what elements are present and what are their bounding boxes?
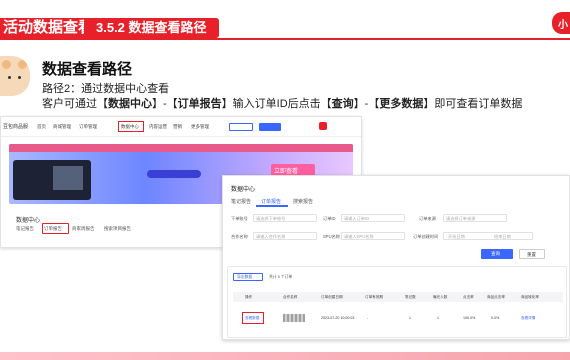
redacted-name (283, 314, 305, 322)
column-header: 商品转化率 (521, 295, 539, 299)
banner-strip (9, 144, 353, 152)
tab-note-report[interactable]: 笔记报告 (16, 226, 34, 232)
notification-icon[interactable] (319, 122, 327, 130)
account-select[interactable]: 请选择下单账号 (253, 214, 317, 222)
nav-item[interactable]: 更多管理 (191, 124, 209, 130)
data-center-heading: 数据中心 (16, 218, 41, 224)
filter-label: 订单创建时间 (413, 234, 439, 239)
table-cell: 1 (409, 316, 411, 320)
column-header: 操作 (245, 295, 253, 299)
spu-input[interactable]: 请输入SPU名称 (341, 232, 405, 240)
column-header: 曝光人数 (433, 295, 448, 299)
bottom-decoration (0, 352, 570, 360)
column-header: 笔记数 (405, 295, 416, 299)
platform-logo: 豆包商品服 (3, 124, 29, 130)
cooperation-input[interactable]: 请输入合作名称 (253, 232, 317, 240)
table-cell: - (367, 316, 369, 320)
header-rule (0, 38, 570, 40)
filter-label: 合作名称 (231, 234, 248, 239)
nav-item[interactable]: 订单管理 (79, 124, 97, 130)
banner-image-inset (53, 166, 83, 190)
banner-pill (147, 170, 201, 178)
highlight-box (42, 223, 69, 234)
table-cell: 1 (437, 316, 439, 320)
view-data-link[interactable]: 查看数据 (245, 316, 259, 321)
top-bar: 活动数据查看 3.5.2 数据查看路径 小 (0, 0, 570, 42)
filter-label: 下单账号 (231, 216, 248, 221)
filter-label: 订单ID (323, 216, 336, 221)
column-header: 点击率 (463, 295, 474, 299)
screenshot-order-report: 数据中心 笔记报告 订单报告 搜索报告 下单账号 请选择下单账号 订单ID 请输… (222, 175, 570, 340)
tab-search-report[interactable]: 搜索项目报告 (104, 226, 131, 232)
outline-button[interactable] (229, 123, 253, 131)
primary-button[interactable] (259, 123, 281, 131)
data-center-heading: 数据中心 (231, 187, 256, 193)
page-title: 数据查看路径 (42, 61, 133, 78)
reset-button[interactable]: 重置 (519, 249, 545, 259)
column-header: 订单创建日期 (321, 295, 343, 299)
nav-item[interactable]: 商城管理 (53, 124, 71, 130)
order-count: 共计 5 个订单 (269, 275, 293, 279)
detail-link[interactable]: 查看详情 (521, 316, 535, 321)
order-source-select[interactable]: 请选择订单来源 (443, 214, 507, 222)
table-cell: 0.0% (491, 316, 500, 320)
brand-logo: 小 (552, 12, 570, 34)
nav-item[interactable]: 营销 (173, 124, 182, 130)
section-subtitle: 3.5.2 数据查看路径 (84, 18, 219, 38)
column-header: 订单有效期 (365, 295, 383, 299)
highlight-box (118, 121, 144, 132)
nav-item[interactable]: 内容运营 (149, 124, 167, 130)
filter-label: SPU名称 (323, 234, 340, 239)
tab-order-report[interactable]: 订单报告 (261, 198, 281, 205)
column-header: 商品点击率 (487, 295, 505, 299)
nav-item[interactable]: 首页 (37, 124, 46, 130)
table-cell: 2023-07-20 10:00:03 (321, 316, 355, 320)
order-id-input[interactable]: 请输入订单ID (341, 214, 405, 222)
tab-underline (256, 205, 288, 207)
filter-label: 订单来源 (419, 216, 436, 221)
path-line: 路径2：通过数据中心查看 (42, 83, 170, 95)
tab-weekly-report[interactable]: 商家周报告 (72, 226, 95, 232)
table-cell: 100.0% (463, 316, 476, 320)
mascot-avatar-icon (0, 56, 30, 96)
platform-navbar: 豆包商品服 首页 商城管理 订单管理 数据中心 内容运营 营销 更多管理 (1, 117, 361, 137)
tab-note-report[interactable]: 笔记报告 (231, 198, 251, 205)
export-button[interactable]: 导出数据 (233, 273, 263, 281)
tab-search-report[interactable]: 搜索报告 (293, 198, 313, 205)
date-range-input[interactable]: 开始日期 结束日期 (443, 232, 533, 240)
column-header: 合作名称 (283, 295, 298, 299)
search-button[interactable]: 查询 (481, 249, 513, 259)
instruction-line: 客户可通过【数据中心】-【订单报告】输入订单ID后点击【查询】-【更多数据】即可… (42, 98, 523, 110)
